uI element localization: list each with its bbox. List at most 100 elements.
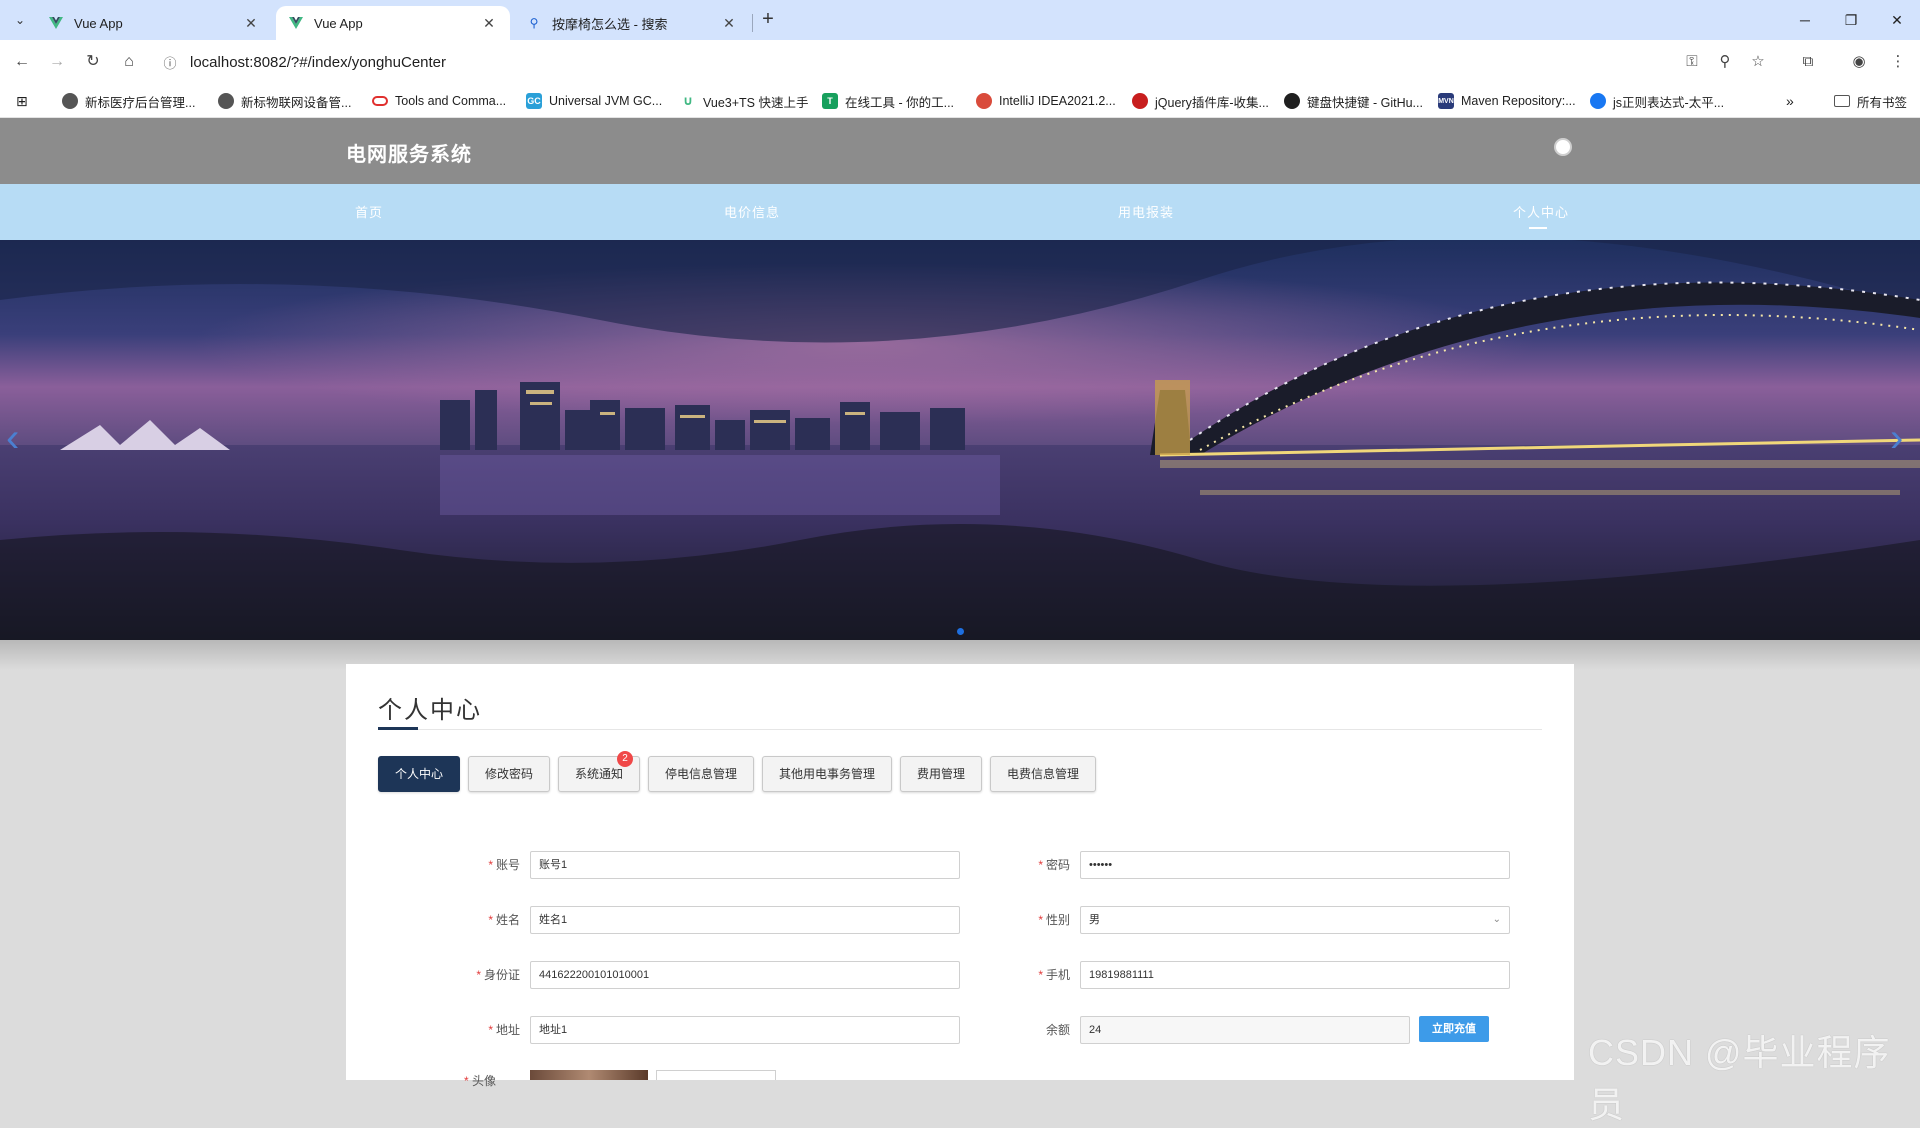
- name-label: * 姓名: [488, 913, 520, 927]
- browser-tab-active[interactable]: Vue App ✕: [276, 6, 510, 40]
- tab-fee-management[interactable]: 费用管理: [900, 756, 982, 792]
- search-icon: ⚲: [529, 16, 539, 30]
- tab-close-icon[interactable]: ✕: [720, 14, 738, 32]
- nav-home[interactable]: 首页: [355, 202, 383, 221]
- user-center-card: 个人中心 个人中心 修改密码 系统通知 2 停电信息管理 其他用电事务管理 费用…: [346, 664, 1574, 1088]
- bookmark-item[interactable]: 新标物联网设备管...: [218, 91, 351, 111]
- tab-search-dropdown-icon[interactable]: ⌄: [8, 8, 32, 32]
- gender-select[interactable]: 男 ⌄: [1080, 906, 1510, 934]
- new-tab-plus-icon[interactable]: +: [756, 8, 780, 32]
- nav-power-install[interactable]: 用电报装: [1118, 202, 1174, 221]
- url-text: localhost:8082/?#/index/yonghuCenter: [190, 53, 447, 71]
- maven-icon: MVN: [1438, 93, 1454, 109]
- bookmark-item[interactable]: 新标医疗后台管理...: [62, 91, 195, 111]
- tab-change-password[interactable]: 修改密码: [468, 756, 550, 792]
- carousel-prev-arrow-icon[interactable]: ‹: [6, 418, 19, 458]
- password-input[interactable]: ••••••: [1080, 851, 1510, 879]
- tool-icon: T: [822, 93, 838, 109]
- jquery-icon: [1132, 93, 1148, 109]
- carousel-indicator-dot[interactable]: [957, 628, 964, 635]
- site-info-icon[interactable]: ⓘ: [156, 53, 184, 72]
- tab-title: Vue App: [74, 15, 123, 31]
- id-card-input[interactable]: 441622200101010001: [530, 961, 960, 989]
- tab-title: 按摩椅怎么选 - 搜索: [552, 16, 668, 32]
- id-card-label: * 身份证: [476, 968, 520, 982]
- oracle-icon: [372, 96, 388, 106]
- folder-icon: [1834, 95, 1850, 107]
- bookmark-item[interactable]: MVN Maven Repository:...: [1438, 91, 1576, 111]
- balance-input: 24: [1080, 1016, 1410, 1044]
- globe-icon: [218, 93, 234, 109]
- password-key-icon[interactable]: ⚿: [1680, 50, 1704, 74]
- account-input[interactable]: 账号1: [530, 851, 960, 879]
- banner-carousel: ‹ ›: [0, 240, 1920, 640]
- browser-tab-bar: ⌄ Vue App ✕ Vue App ✕ ⚲ 按摩椅怎么选 - 搜索 ✕ + …: [0, 0, 1920, 40]
- avatar-upload-box[interactable]: [656, 1070, 776, 1080]
- tab-close-icon[interactable]: ✕: [480, 14, 498, 32]
- bookmarks-bar: ⊞ 新标医疗后台管理... 新标物联网设备管... Tools and Comm…: [0, 84, 1920, 118]
- chrome-icon: [976, 93, 992, 109]
- bookmark-item[interactable]: 键盘快捷键 - GitHu...: [1284, 91, 1423, 111]
- bookmark-item[interactable]: js正则表达式-太平...: [1590, 91, 1724, 111]
- tab-electric-bill[interactable]: 电费信息管理: [990, 756, 1096, 792]
- address-bar[interactable]: ⓘ localhost:8082/?#/index/yonghuCenter: [156, 46, 1796, 78]
- user-avatar[interactable]: [1554, 138, 1572, 156]
- balance-label: 余额: [1045, 1023, 1070, 1037]
- home-icon[interactable]: ⌂: [117, 50, 141, 74]
- close-window-icon[interactable]: ✕: [1874, 0, 1920, 40]
- reload-icon[interactable]: ↻: [81, 50, 105, 74]
- forward-arrow-icon[interactable]: →: [45, 50, 69, 74]
- account-label: * 账号: [488, 858, 520, 872]
- back-arrow-icon[interactable]: ←: [10, 50, 34, 74]
- nav-user-center[interactable]: 个人中心: [1513, 202, 1569, 221]
- avatar-label: * 头像: [464, 1074, 497, 1088]
- nav-active-indicator: [1529, 227, 1547, 229]
- browser-tab[interactable]: ⚲ 按摩椅怎么选 - 搜索 ✕: [514, 6, 750, 40]
- carousel-next-arrow-icon[interactable]: ›: [1890, 418, 1903, 458]
- tab-close-icon[interactable]: ✕: [242, 14, 260, 32]
- csdn-watermark: CSDN @毕业程序员: [1588, 1032, 1891, 1125]
- globe-icon: [62, 93, 78, 109]
- chevron-down-icon: ⌄: [1492, 914, 1501, 925]
- bookmark-item[interactable]: Tools and Comma...: [372, 91, 506, 111]
- gc-icon: GC: [526, 93, 542, 109]
- gender-label: * 性别: [1038, 913, 1070, 927]
- edge-icon: [1590, 93, 1606, 109]
- bookmark-item[interactable]: GC Universal JVM GC...: [526, 91, 662, 111]
- extensions-icon[interactable]: ⧉: [1796, 50, 1820, 74]
- zoom-icon[interactable]: ⚲: [1713, 50, 1737, 74]
- more-bookmarks-chevron-icon[interactable]: »: [1786, 91, 1794, 111]
- browser-tab[interactable]: Vue App ✕: [36, 6, 272, 40]
- password-label: * 密码: [1038, 858, 1070, 872]
- bookmark-star-icon[interactable]: ☆: [1746, 50, 1770, 74]
- phone-input[interactable]: 19819881111: [1080, 961, 1510, 989]
- main-nav: 首页 电价信息 用电报装 个人中心: [0, 184, 1920, 240]
- bookmark-item[interactable]: jQuery插件库-收集...: [1132, 91, 1269, 111]
- bookmark-item[interactable]: IntelliJ IDEA2021.2...: [976, 91, 1116, 111]
- vue-icon: [288, 15, 304, 31]
- tab-system-notice[interactable]: 系统通知 2: [558, 751, 640, 792]
- restore-icon[interactable]: ❐: [1828, 0, 1874, 40]
- name-input[interactable]: 姓名1: [530, 906, 960, 934]
- tab-title: Vue App: [314, 15, 363, 31]
- vue-icon: ∪: [680, 93, 696, 109]
- minimize-icon[interactable]: ─: [1782, 0, 1828, 40]
- address-input[interactable]: 地址1: [530, 1016, 960, 1044]
- banner-image: [0, 240, 1920, 640]
- more-menu-icon[interactable]: ⋮: [1886, 50, 1910, 74]
- nav-price-info[interactable]: 电价信息: [724, 202, 780, 221]
- title-divider: [378, 729, 1542, 730]
- tab-user-center[interactable]: 个人中心: [378, 756, 460, 792]
- github-icon: [1284, 93, 1300, 109]
- tab-outage-management[interactable]: 停电信息管理: [648, 756, 754, 792]
- apps-grid-icon[interactable]: ⊞: [16, 91, 28, 111]
- notice-count-badge: 2: [617, 751, 633, 767]
- phone-label: * 手机: [1038, 968, 1070, 982]
- all-bookmarks-folder[interactable]: 所有书签: [1834, 91, 1907, 111]
- profile-icon[interactable]: ◉: [1847, 50, 1871, 74]
- bookmark-item[interactable]: ∪ Vue3+TS 快速上手: [680, 91, 808, 111]
- vue-icon: [48, 15, 64, 31]
- tab-other-affairs[interactable]: 其他用电事务管理: [762, 756, 892, 792]
- bookmark-item[interactable]: T 在线工具 - 你的工...: [822, 91, 954, 111]
- recharge-button[interactable]: 立即充值: [1419, 1016, 1489, 1042]
